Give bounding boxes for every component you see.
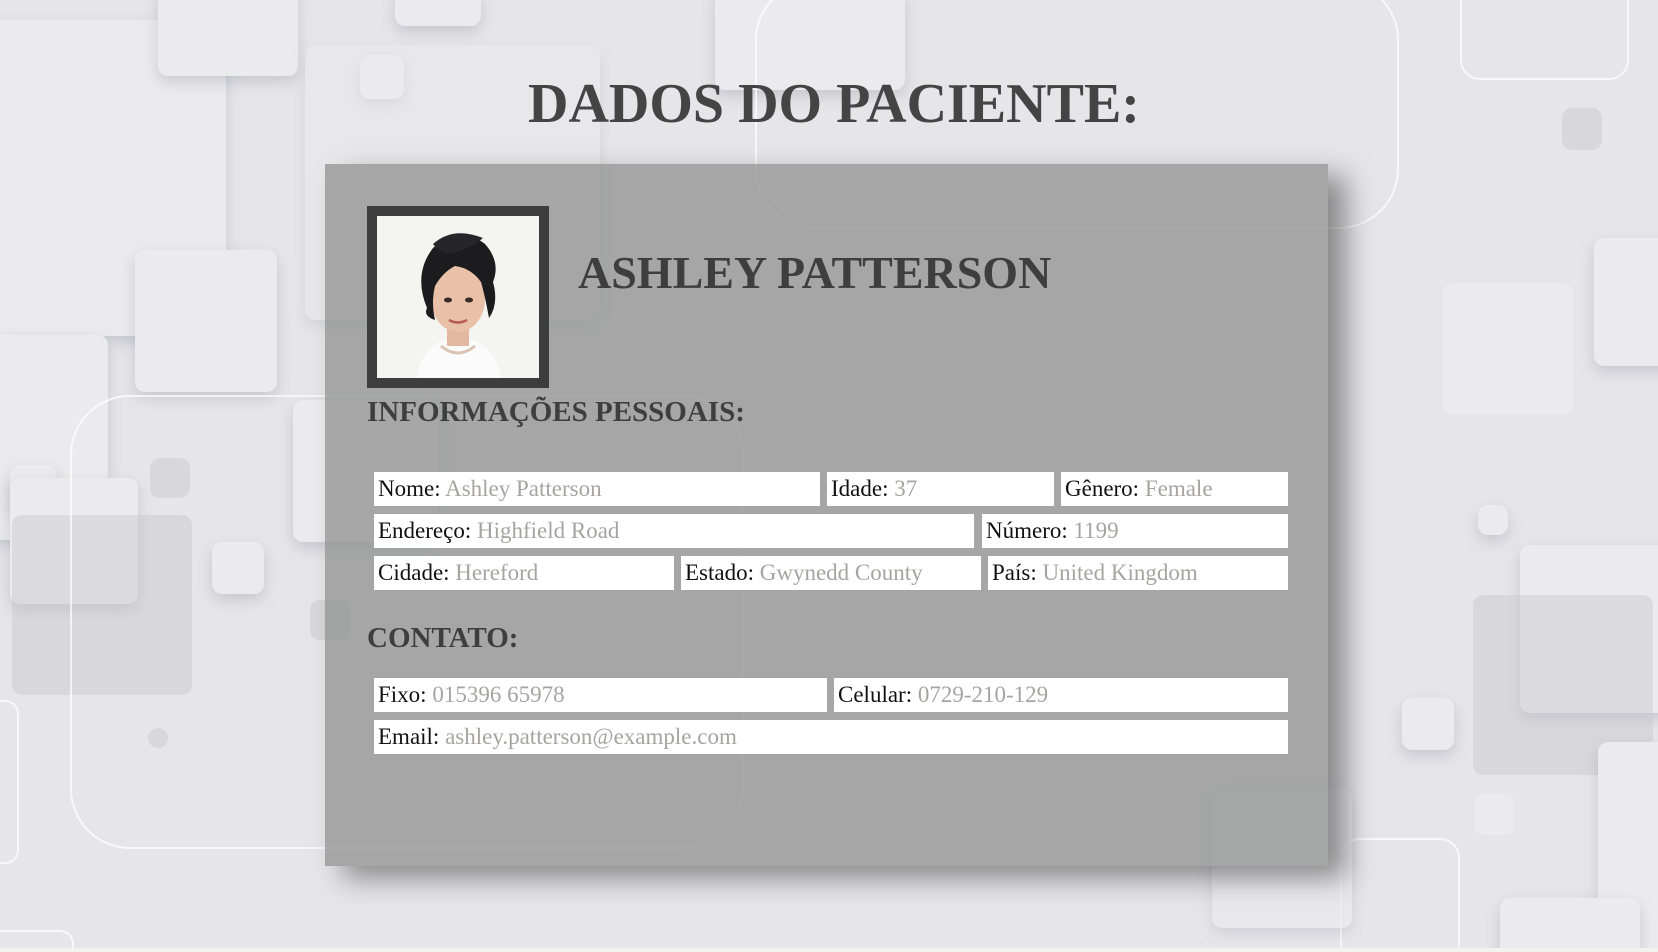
patient-name: ASHLEY PATTERSON [578, 247, 1052, 298]
personal-info-title: INFORMAÇÕES PESSOAIS: [367, 396, 745, 428]
field-numero: Número: 1199 [982, 514, 1288, 548]
field-value: Female [1144, 476, 1213, 501]
bottom-edge [0, 948, 1658, 952]
field-label: Fixo: [378, 682, 427, 707]
patient-card: ASHLEY PATTERSON INFORMAÇÕES PESSOAIS: N… [325, 164, 1328, 866]
field-value: Ashley Patterson [445, 476, 602, 501]
contact-title: CONTATO: [367, 622, 519, 654]
field-value: 0729-210-129 [917, 682, 1049, 707]
field-idade: Idade: 37 [827, 472, 1054, 506]
field-value: United Kingdom [1042, 560, 1198, 585]
field-endereco: Endereço: Highfield Road [374, 514, 974, 548]
field-value: Highfield Road [476, 518, 620, 543]
field-label: Nome: [378, 476, 441, 501]
field-label: País: [992, 560, 1037, 585]
field-cidade: Cidade: Hereford [374, 556, 674, 590]
patient-photo [367, 206, 549, 388]
page-title: DADOS DO PACIENTE: [528, 73, 1140, 135]
field-email: Email: ashley.patterson@example.com [374, 720, 1288, 754]
field-value: 1199 [1073, 518, 1119, 543]
field-value: Gwynedd County [759, 560, 923, 585]
field-label: Gênero: [1065, 476, 1140, 501]
field-pais: País: United Kingdom [988, 556, 1288, 590]
field-label: Endereço: [378, 518, 472, 543]
field-label: Celular: [838, 682, 913, 707]
field-value: Hereford [455, 560, 539, 585]
field-label: Email: [378, 724, 440, 749]
field-celular: Celular: 0729-210-129 [834, 678, 1288, 712]
field-label: Idade: [831, 476, 889, 501]
field-genero: Gênero: Female [1061, 472, 1288, 506]
patient-avatar-image [377, 216, 539, 378]
field-label: Estado: [685, 560, 754, 585]
field-estado: Estado: Gwynedd County [681, 556, 981, 590]
field-nome: Nome: Ashley Patterson [374, 472, 820, 506]
field-value: ashley.patterson@example.com [445, 724, 737, 749]
field-value: 015396 65978 [432, 682, 565, 707]
field-label: Cidade: [378, 560, 450, 585]
field-value: 37 [894, 476, 918, 501]
field-fixo: Fixo: 015396 65978 [374, 678, 827, 712]
field-label: Número: [986, 518, 1068, 543]
